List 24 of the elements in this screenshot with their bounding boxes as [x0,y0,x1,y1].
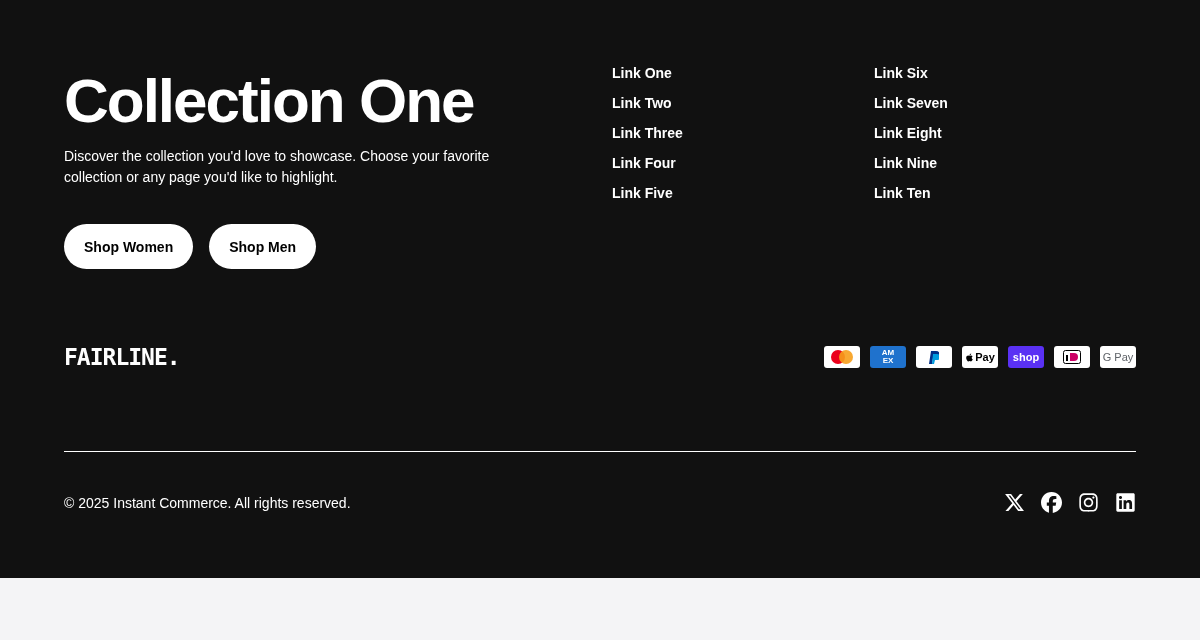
instagram-icon[interactable] [1078,492,1099,513]
apple-pay-badge: Pay [962,346,998,368]
footer-link[interactable]: Link Three [612,124,683,143]
amex-badge: AM EX [870,346,906,368]
footer-link[interactable]: Link Ten [874,184,931,203]
facebook-icon[interactable] [1041,492,1062,513]
footer-link[interactable]: Link Nine [874,154,937,173]
logo[interactable]: FAIRLINE. [64,344,180,370]
shop-pay-badge: shop [1008,346,1044,368]
footer-link[interactable]: Link Six [874,64,928,83]
x-icon[interactable] [1004,492,1025,513]
collection-title: Collection One [64,65,475,137]
shop-button[interactable]: Shop Men [209,224,317,269]
copyright-text: © 2025 Instant Commerce. All rights reserved. [64,494,351,511]
linkedin-icon[interactable] [1115,492,1136,513]
collection-description: Discover the collection you'd love to showcase. Choose your favorite collection or any page you'd like to highlight. [64,147,491,187]
footer-link[interactable]: Link Eight [874,124,942,143]
google-pay-badge: G Pay [1100,346,1136,368]
footer-link[interactable]: Link One [612,64,672,83]
footer-link[interactable]: Link Two [612,94,672,113]
shop-button[interactable]: Shop Women [64,224,194,269]
footer-link[interactable]: Link Seven [874,94,948,113]
footer-link[interactable]: Link Four [612,154,676,173]
footer-link[interactable]: Link Five [612,184,673,203]
